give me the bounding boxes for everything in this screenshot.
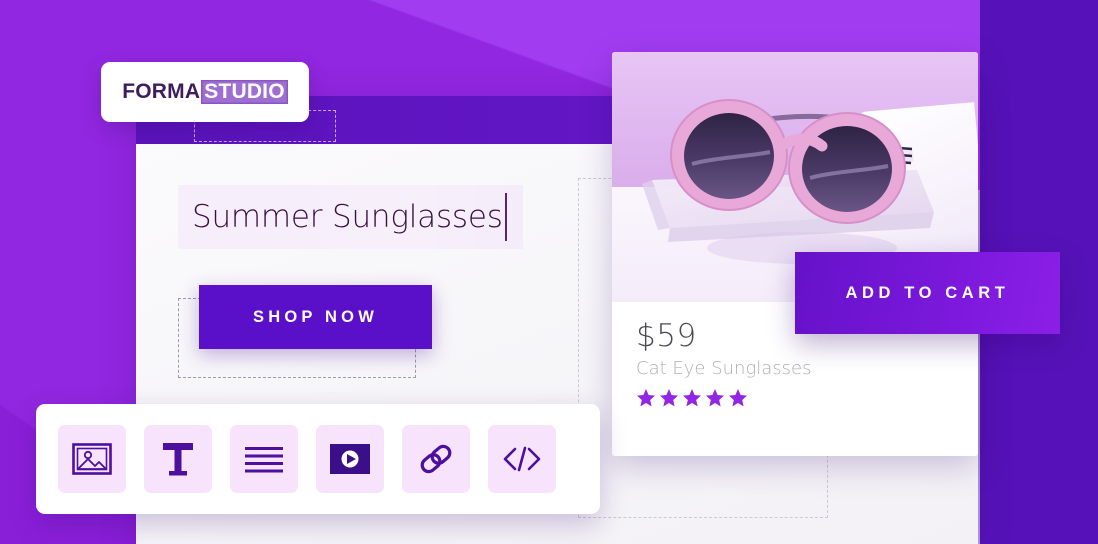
paragraph-lines-icon — [244, 445, 284, 473]
video-play-icon — [330, 444, 370, 474]
text-cursor — [504, 193, 507, 241]
image-icon — [72, 443, 112, 475]
tool-video-button[interactable] — [316, 425, 384, 493]
hero-title-field[interactable]: Summer Sunglasses — [178, 185, 523, 249]
tool-image-button[interactable] — [58, 425, 126, 493]
logo-accent-text: STUDIO — [201, 80, 288, 104]
tool-paragraph-button[interactable] — [230, 425, 298, 493]
logo-primary-text: FORMA — [122, 80, 201, 103]
code-brackets-icon — [502, 445, 542, 473]
tool-code-button[interactable] — [488, 425, 556, 493]
hero-title-text: Summer Sunglasses — [192, 199, 503, 235]
editor-stage: Summer Sunglasses SHOP NOW FORMA STUDIO — [0, 0, 1098, 544]
tool-link-button[interactable] — [402, 425, 470, 493]
shop-now-button[interactable]: SHOP NOW — [199, 285, 432, 349]
product-name: Cat Eye Sunglasses — [636, 358, 812, 379]
link-chain-icon — [417, 440, 455, 478]
tool-text-button[interactable] — [144, 425, 212, 493]
brand-logo-card[interactable]: FORMA STUDIO — [101, 62, 309, 122]
add-to-cart-button[interactable]: ADD TO CART — [795, 252, 1060, 334]
rating-stars[interactable] — [636, 388, 954, 408]
text-type-icon — [161, 440, 195, 478]
brand-logo: FORMA STUDIO — [122, 80, 288, 104]
editor-toolbar — [36, 404, 600, 514]
